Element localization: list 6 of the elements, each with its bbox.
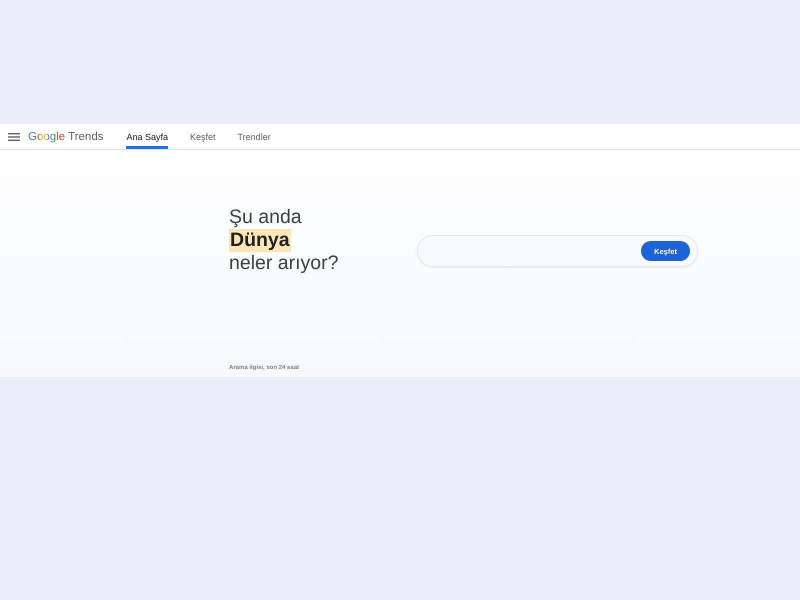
- nav-tab[interactable]: Trendler: [238, 124, 271, 149]
- nav-tab[interactable]: Keşfet: [190, 124, 216, 149]
- menu-icon[interactable]: [8, 132, 20, 140]
- logo-product[interactable]: Trends: [68, 130, 104, 142]
- hero-heading: Şu anda Dünya neler arıyor?: [229, 206, 340, 275]
- nav-tab[interactable]: Ana Sayfa: [126, 124, 168, 149]
